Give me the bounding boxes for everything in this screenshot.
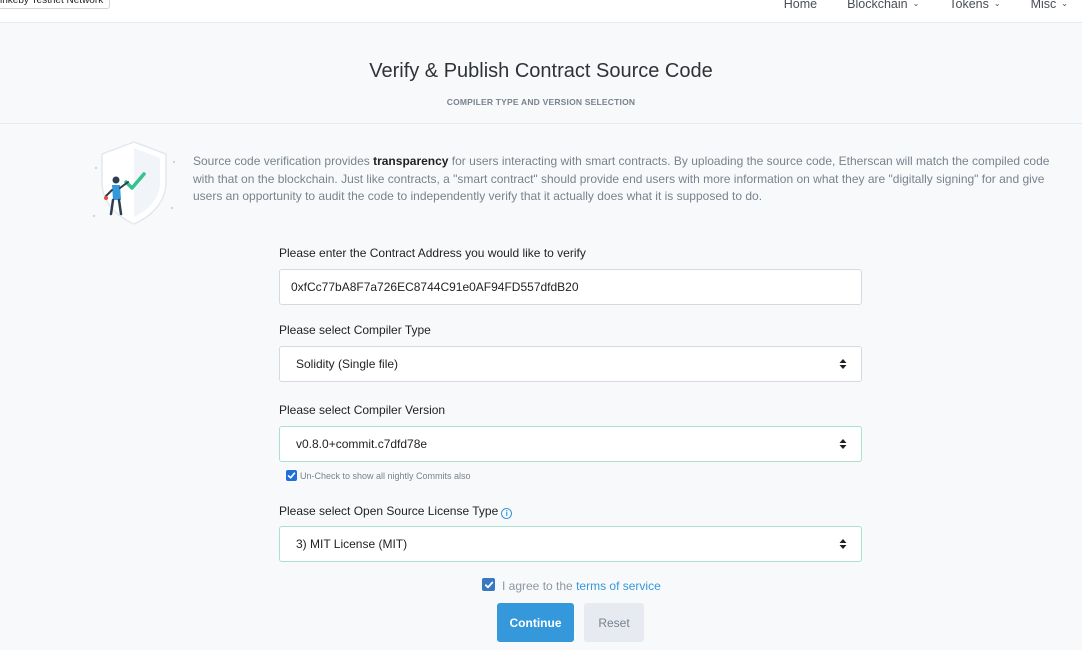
- terms-of-service-link[interactable]: terms of service: [576, 579, 661, 593]
- intro-part1: Source code verification provides: [193, 154, 374, 168]
- select-arrows-icon: [839, 439, 847, 449]
- compiler-version-value: v0.8.0+commit.c7dfd78e: [296, 437, 428, 451]
- license-type-label-text: Please select Open Source License Type: [279, 504, 499, 518]
- nav-blockchain-label: Blockchain: [847, 0, 908, 11]
- nightly-commits-note: Un-Check to show all nightly Commits als…: [300, 471, 471, 481]
- contract-address-label: Please enter the Contract Address you wo…: [279, 246, 586, 260]
- nav-misc-label: Misc: [1030, 0, 1057, 11]
- select-arrows-icon: [839, 539, 847, 549]
- nav-home[interactable]: Home: [784, 0, 817, 13]
- intro-text: Source code verification provides transp…: [193, 153, 1053, 206]
- page-title: Verify & Publish Contract Source Code: [369, 60, 713, 82]
- chevron-down-icon: ⌄: [912, 0, 920, 8]
- chevron-down-icon: ⌄: [993, 0, 1001, 8]
- main-nav: Home Blockchain ⌄ Tokens ⌄ Misc ⌄: [754, 0, 1068, 13]
- compiler-type-value: Solidity (Single file): [296, 357, 399, 371]
- checkmark-icon: [287, 472, 296, 479]
- compiler-type-select[interactable]: Solidity (Single file): [279, 346, 862, 382]
- nav-misc[interactable]: Misc ⌄: [1031, 0, 1068, 13]
- top-navbar: inkeby Testnet Network Home Blockchain ⌄…: [0, 0, 1082, 23]
- intro-bold: transparency: [373, 154, 449, 168]
- nightly-commits-checkbox[interactable]: [286, 470, 297, 481]
- chevron-down-icon: ⌄: [1061, 0, 1068, 8]
- checkmark-icon: [484, 581, 493, 588]
- nav-tokens[interactable]: Tokens ⌄: [949, 0, 1000, 13]
- agree-terms-text: I agree to the terms of service: [502, 579, 661, 593]
- continue-button[interactable]: Continue: [497, 603, 574, 642]
- reset-button[interactable]: Reset: [584, 603, 644, 642]
- license-type-value: 3) MIT License (MIT): [296, 537, 408, 551]
- network-badge: inkeby Testnet Network: [0, 0, 111, 9]
- nav-tokens-label: Tokens: [949, 0, 989, 11]
- page-subtitle: COMPILER TYPE AND VERSION SELECTION: [446, 97, 636, 107]
- license-type-label: Please select Open Source License Type i: [279, 504, 513, 519]
- agree-terms-checkbox[interactable]: [482, 578, 495, 591]
- nav-blockchain[interactable]: Blockchain ⌄: [847, 0, 919, 13]
- license-type-select[interactable]: 3) MIT License (MIT): [279, 526, 862, 562]
- contract-address-value: 0xfCc77bA8F7a726EC8744C91e0AF94FD557dfdB…: [291, 280, 579, 294]
- shield-verification-illustration: [92, 141, 176, 225]
- page-header: Verify & Publish Contract Source Code CO…: [0, 24, 1082, 124]
- compiler-version-label: Please select Compiler Version: [279, 403, 446, 417]
- select-arrows-icon: [839, 359, 847, 369]
- info-icon[interactable]: i: [501, 508, 513, 519]
- agree-prefix: I agree to the: [502, 579, 577, 593]
- compiler-version-select[interactable]: v0.8.0+commit.c7dfd78e: [279, 426, 862, 462]
- compiler-type-label: Please select Compiler Type: [279, 323, 431, 337]
- nav-home-label: Home: [783, 0, 818, 11]
- contract-address-input[interactable]: 0xfCc77bA8F7a726EC8744C91e0AF94FD557dfdB…: [279, 269, 862, 305]
